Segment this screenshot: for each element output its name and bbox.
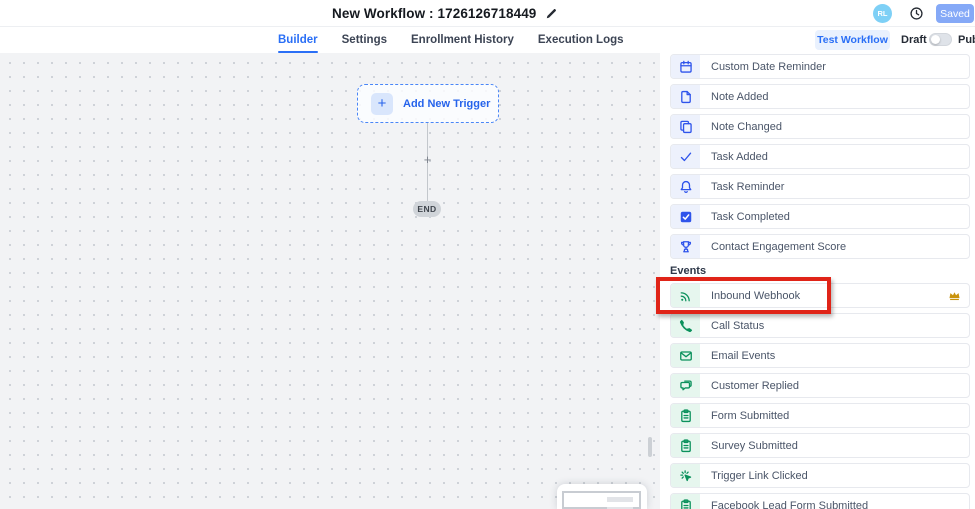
phone-icon	[671, 314, 700, 337]
plus-icon: +	[371, 93, 393, 115]
saved-button[interactable]: Saved	[936, 4, 974, 23]
trigger-item-survey-submitted[interactable]: Survey Submitted	[670, 433, 970, 458]
connector-plus-icon[interactable]: +	[420, 152, 435, 167]
note-icon	[671, 85, 700, 108]
add-new-trigger-button[interactable]: + Add New Trigger	[357, 84, 499, 123]
trigger-item-inbound-webhook[interactable]: Inbound Webhook	[670, 283, 970, 308]
trigger-item-task-reminder[interactable]: Task Reminder	[670, 174, 970, 199]
draft-label: Draft	[901, 34, 927, 46]
clipboard-icon	[671, 434, 700, 457]
trigger-item-note-added[interactable]: Note Added	[670, 84, 970, 109]
trigger-item-label: Contact Engagement Score	[711, 241, 969, 253]
add-trigger-label: Add New Trigger	[403, 98, 490, 110]
trigger-item-label: Form Submitted	[711, 410, 969, 422]
workflow-title-wrap: New Workflow : 1726126718449	[332, 0, 558, 27]
test-workflow-button[interactable]: Test Workflow	[815, 30, 890, 50]
tab-bar: Builder Settings Enrollment History Exec…	[0, 27, 975, 53]
toggle-knob	[931, 35, 940, 44]
minimap-bar	[607, 497, 633, 502]
trigger-item-label: Custom Date Reminder	[711, 61, 969, 73]
trigger-item-label: Task Added	[711, 151, 969, 163]
note-copy-icon	[671, 115, 700, 138]
trigger-item-email-events[interactable]: Email Events	[670, 343, 970, 368]
trigger-item-customer-replied[interactable]: Customer Replied	[670, 373, 970, 398]
chat-icon	[671, 374, 700, 397]
bell-icon	[671, 175, 700, 198]
clipboard-icon	[671, 494, 700, 509]
tabs-nav: Builder Settings Enrollment History Exec…	[278, 27, 624, 53]
trigger-item-label: Call Status	[711, 320, 969, 332]
trigger-item-task-added[interactable]: Task Added	[670, 144, 970, 169]
trigger-item-label: Trigger Link Clicked	[711, 470, 969, 482]
calendar-icon	[671, 55, 700, 78]
avatar[interactable]: RL	[873, 4, 892, 23]
scrollbar-thumb[interactable]	[648, 437, 652, 457]
clipboard-icon	[671, 404, 700, 427]
checkbox-check-icon	[671, 205, 700, 228]
check-icon	[671, 145, 700, 168]
minimap-viewport	[562, 491, 641, 509]
publish-label: Publish	[958, 34, 975, 46]
trigger-sidebar: Custom Date Reminder Note Added Note Chang…	[660, 53, 975, 509]
trigger-item-label: Customer Replied	[711, 380, 969, 392]
publish-toggle[interactable]	[929, 33, 952, 46]
trigger-item-form-submitted[interactable]: Form Submitted	[670, 403, 970, 428]
trigger-item-label: Inbound Webhook	[711, 290, 948, 302]
page-title: New Workflow : 1726126718449	[332, 6, 536, 21]
trigger-item-custom-date-reminder[interactable]: Custom Date Reminder	[670, 54, 970, 79]
history-clock-icon[interactable]	[909, 6, 924, 21]
cursor-click-icon	[671, 464, 700, 487]
trophy-icon	[671, 235, 700, 258]
minimap-panel[interactable]	[557, 484, 647, 509]
tab-settings[interactable]: Settings	[342, 27, 387, 53]
events-section-header: Events	[670, 264, 975, 278]
trigger-item-label: Task Completed	[711, 211, 969, 223]
trigger-item-label: Email Events	[711, 350, 969, 362]
trigger-item-trigger-link-clicked[interactable]: Trigger Link Clicked	[670, 463, 970, 488]
trigger-item-label: Facebook Lead Form Submitted	[711, 500, 969, 509]
mail-icon	[671, 344, 700, 367]
trigger-item-label: Note Changed	[711, 121, 969, 133]
edit-pencil-icon[interactable]	[545, 7, 558, 20]
trigger-item-note-changed[interactable]: Note Changed	[670, 114, 970, 139]
trigger-item-label: Survey Submitted	[711, 440, 969, 452]
tab-builder[interactable]: Builder	[278, 27, 318, 53]
workspace: + Add New Trigger + END Custom Date Remi…	[0, 53, 975, 509]
tab-enrollment-history[interactable]: Enrollment History	[411, 27, 514, 53]
tab-execution-logs[interactable]: Execution Logs	[538, 27, 624, 53]
trigger-list: Custom Date Reminder Note Added Note Chang…	[660, 54, 975, 509]
webhook-icon	[671, 284, 700, 307]
end-node: END	[413, 201, 441, 217]
trigger-item-facebook-lead-form-submitted[interactable]: Facebook Lead Form Submitted	[670, 493, 970, 509]
trigger-item-call-status[interactable]: Call Status	[670, 313, 970, 338]
trigger-item-task-completed[interactable]: Task Completed	[670, 204, 970, 229]
app-header: New Workflow : 1726126718449 RL Saved	[0, 0, 975, 27]
trigger-item-contact-engagement-score[interactable]: Contact Engagement Score	[670, 234, 970, 259]
trigger-item-label: Note Added	[711, 91, 969, 103]
crown-icon	[948, 289, 961, 302]
trigger-item-label: Task Reminder	[711, 181, 969, 193]
